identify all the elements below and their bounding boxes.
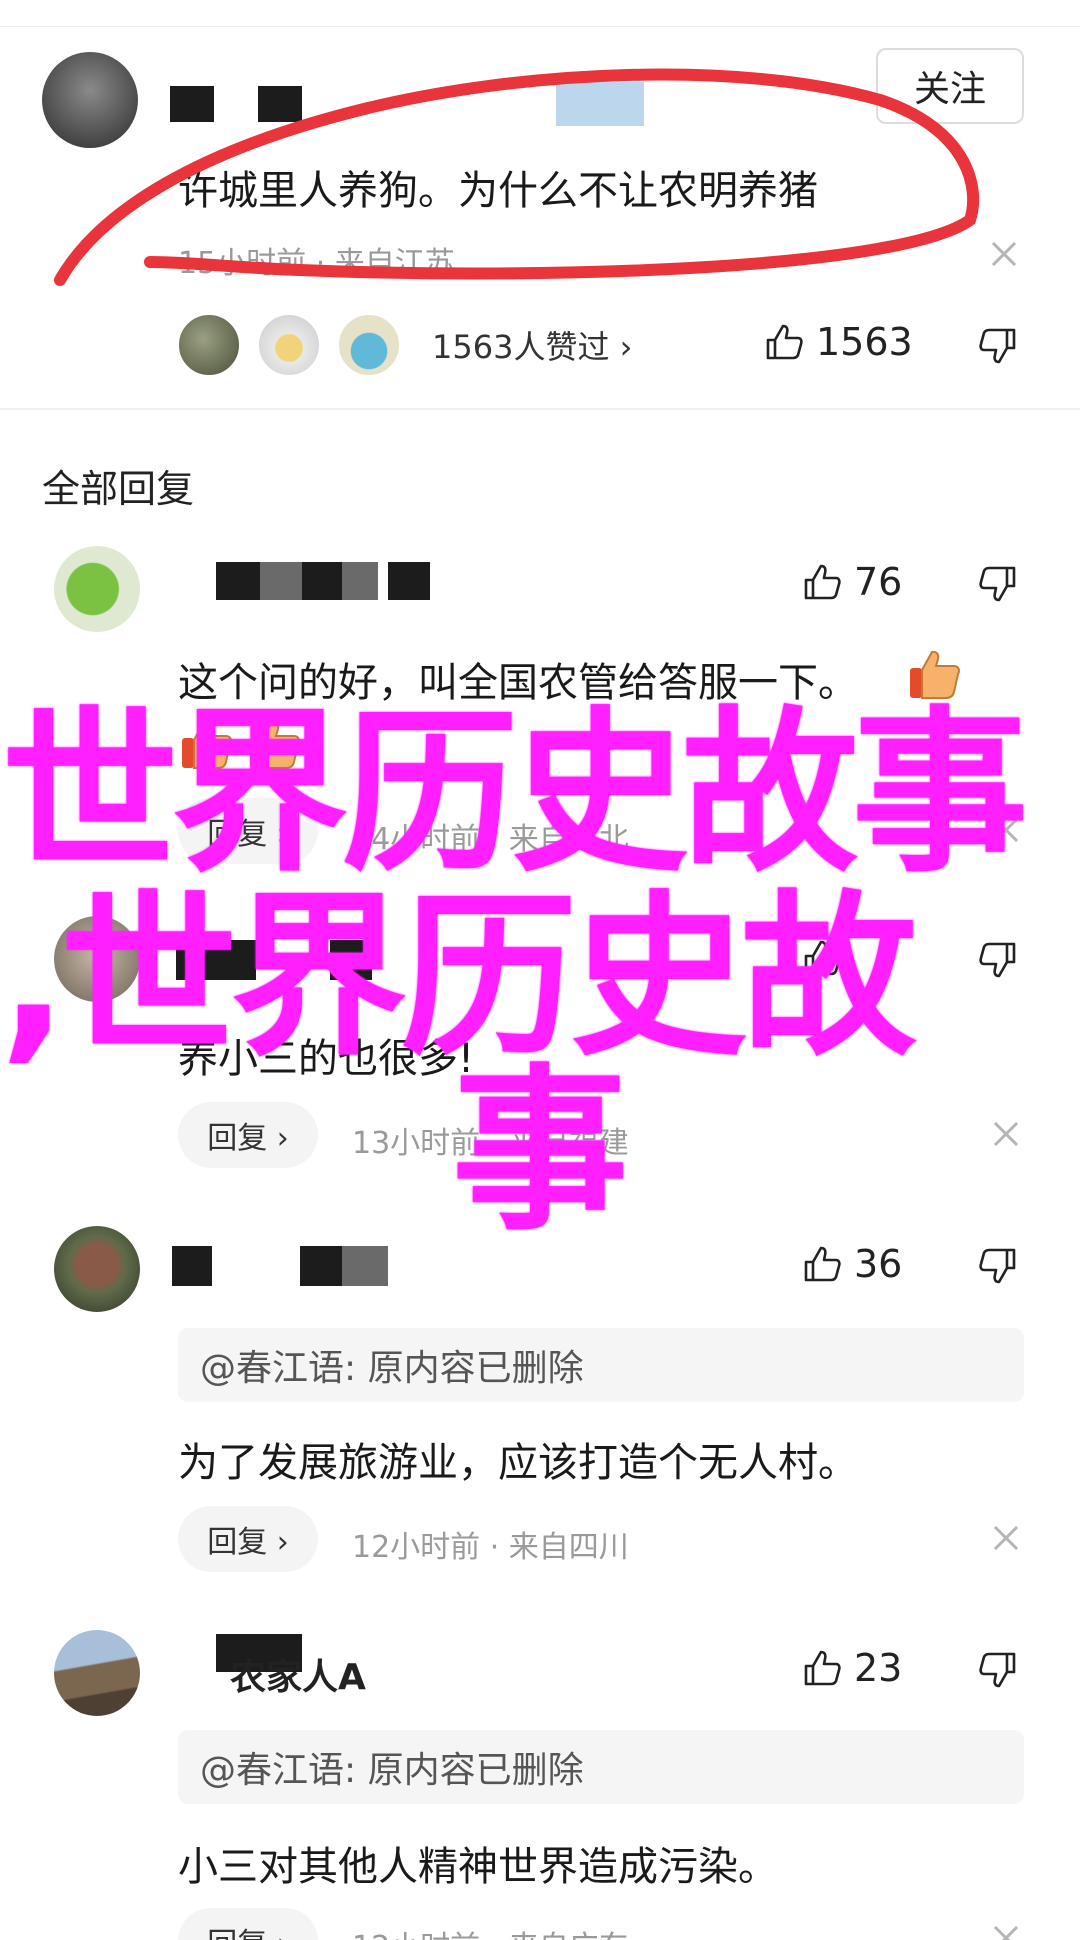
- reply-avatar[interactable]: [54, 1630, 140, 1716]
- username-redaction: [260, 562, 304, 600]
- red-circle-annotation: [54, 68, 980, 286]
- like-count: 76: [854, 560, 903, 604]
- reply-meta: 12小时前 · 来自广东: [352, 1922, 629, 1940]
- username-redaction: [342, 562, 378, 600]
- like-button[interactable]: 76: [802, 560, 902, 604]
- likes-summary-link[interactable]: 1563人赞过 ›: [432, 322, 632, 368]
- thumbs-up-icon: [804, 564, 841, 600]
- liker-avatar[interactable]: [176, 312, 242, 378]
- close-icon[interactable]: [992, 1924, 1020, 1940]
- overlay-title-line1: 世界历史故事: [2, 691, 1028, 896]
- like-button[interactable]: 23: [802, 1646, 902, 1690]
- thumbs-up-icon: [804, 1246, 841, 1282]
- quoted-reply[interactable]: @春江语: 原内容已删除: [178, 1730, 1024, 1804]
- username-redaction: [302, 562, 342, 600]
- username-redaction: [216, 562, 260, 600]
- reply-username[interactable]: 农家人A: [230, 1648, 366, 1700]
- reply-button[interactable]: 回复 ›: [178, 1506, 318, 1572]
- reply-meta: 12小时前 · 来自四川: [352, 1530, 629, 1565]
- thumbs-up-icon: [766, 324, 803, 360]
- thumbs-down-icon[interactable]: [978, 1246, 1018, 1286]
- liker-avatar[interactable]: [256, 312, 322, 378]
- reply-button[interactable]: 回复 ›: [178, 1908, 318, 1940]
- username-redaction: [172, 1246, 212, 1286]
- username-redaction: [342, 1246, 388, 1286]
- quoted-reply[interactable]: @春江语: 原内容已删除: [178, 1328, 1024, 1402]
- reply-avatar[interactable]: [54, 546, 140, 632]
- thumbs-down-icon[interactable]: [978, 326, 1018, 366]
- reply-avatar[interactable]: [54, 1226, 140, 1312]
- thumbs-up-icon: [804, 1650, 841, 1686]
- top-divider: [0, 26, 1080, 27]
- thumbs-down-icon[interactable]: [978, 940, 1018, 980]
- overlay-title-line3: 事: [452, 1049, 628, 1254]
- like-count: 1563: [816, 320, 913, 364]
- like-count: 23: [854, 1646, 903, 1690]
- reply-text: 为了发展旅游业，应该打造个无人村。: [178, 1440, 858, 1486]
- like-count: 36: [854, 1242, 903, 1286]
- thumbs-down-icon[interactable]: [978, 1650, 1018, 1690]
- like-button[interactable]: 36: [802, 1242, 902, 1286]
- thumbs-down-icon[interactable]: [978, 564, 1018, 604]
- reply-button[interactable]: 回复 ›: [178, 1102, 318, 1168]
- reply-text: 小三对其他人精神世界造成污染。: [178, 1844, 778, 1890]
- username-redaction: [300, 1246, 342, 1286]
- overlay-title-line2: ,世界历史故: [0, 875, 917, 1080]
- like-button[interactable]: 1563: [764, 320, 913, 364]
- close-icon[interactable]: [992, 1524, 1020, 1552]
- all-replies-title: 全部回复: [42, 467, 195, 511]
- section-separator: [0, 408, 1080, 410]
- username-redaction: [388, 562, 430, 600]
- liker-avatar[interactable]: [336, 312, 402, 378]
- close-icon[interactable]: [992, 1120, 1020, 1148]
